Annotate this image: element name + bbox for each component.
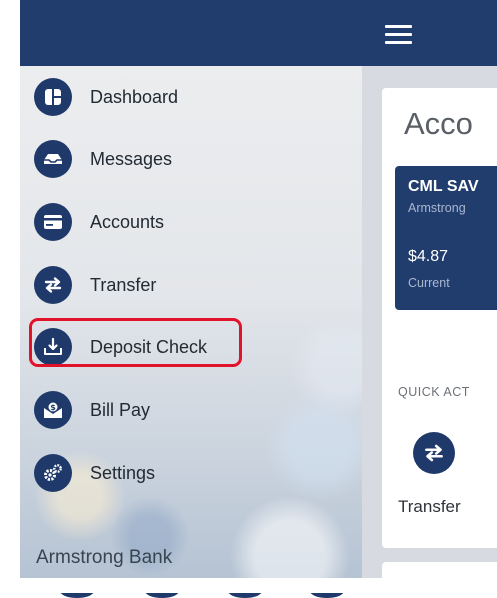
accounts-icon bbox=[34, 203, 72, 241]
sidebar-item-bill-pay[interactable]: $ Bill Pay bbox=[34, 388, 150, 432]
sidebar-item-dashboard[interactable]: Dashboard bbox=[34, 75, 178, 119]
account-name: CML SAV bbox=[408, 178, 479, 195]
account-balance: $4.87 bbox=[408, 248, 449, 265]
secondary-card bbox=[382, 562, 497, 582]
accounts-card bbox=[382, 88, 497, 548]
messages-icon bbox=[34, 140, 72, 178]
account-bank: Armstrong bbox=[408, 201, 466, 215]
sidebar-item-label: Settings bbox=[90, 462, 156, 483]
dashboard-icon bbox=[34, 78, 72, 116]
sidebar-item-label: Messages bbox=[90, 148, 173, 169]
sidebar-item-label: Transfer bbox=[90, 274, 157, 295]
bill-pay-icon: $ bbox=[34, 391, 72, 429]
highlight-box bbox=[29, 318, 242, 367]
bank-name: Armstrong Bank bbox=[36, 547, 173, 568]
transfer-icon bbox=[34, 266, 72, 304]
sidebar-item-label: Dashboard bbox=[90, 86, 179, 107]
left-margin bbox=[0, 0, 20, 593]
quick-action-label[interactable]: Transfer bbox=[398, 497, 461, 517]
sidebar-item-accounts[interactable]: Accounts bbox=[34, 200, 164, 244]
settings-icon bbox=[34, 454, 72, 492]
transfer-icon[interactable] bbox=[413, 432, 455, 474]
sidebar-item-settings[interactable]: Settings bbox=[34, 451, 155, 495]
menu-icon[interactable] bbox=[385, 24, 412, 44]
quick-actions-heading: QUICK ACT bbox=[398, 385, 470, 399]
sidebar-item-label: Accounts bbox=[90, 211, 165, 232]
sidebar-item-messages[interactable]: Messages bbox=[34, 137, 172, 181]
sidebar-item-transfer[interactable]: Transfer bbox=[34, 263, 156, 307]
balance-label: Current bbox=[408, 276, 450, 290]
sidebar-item-label: Bill Pay bbox=[90, 399, 151, 420]
app-header bbox=[20, 0, 497, 66]
svg-text:$: $ bbox=[50, 403, 56, 412]
page-title: Acco bbox=[404, 106, 473, 141]
